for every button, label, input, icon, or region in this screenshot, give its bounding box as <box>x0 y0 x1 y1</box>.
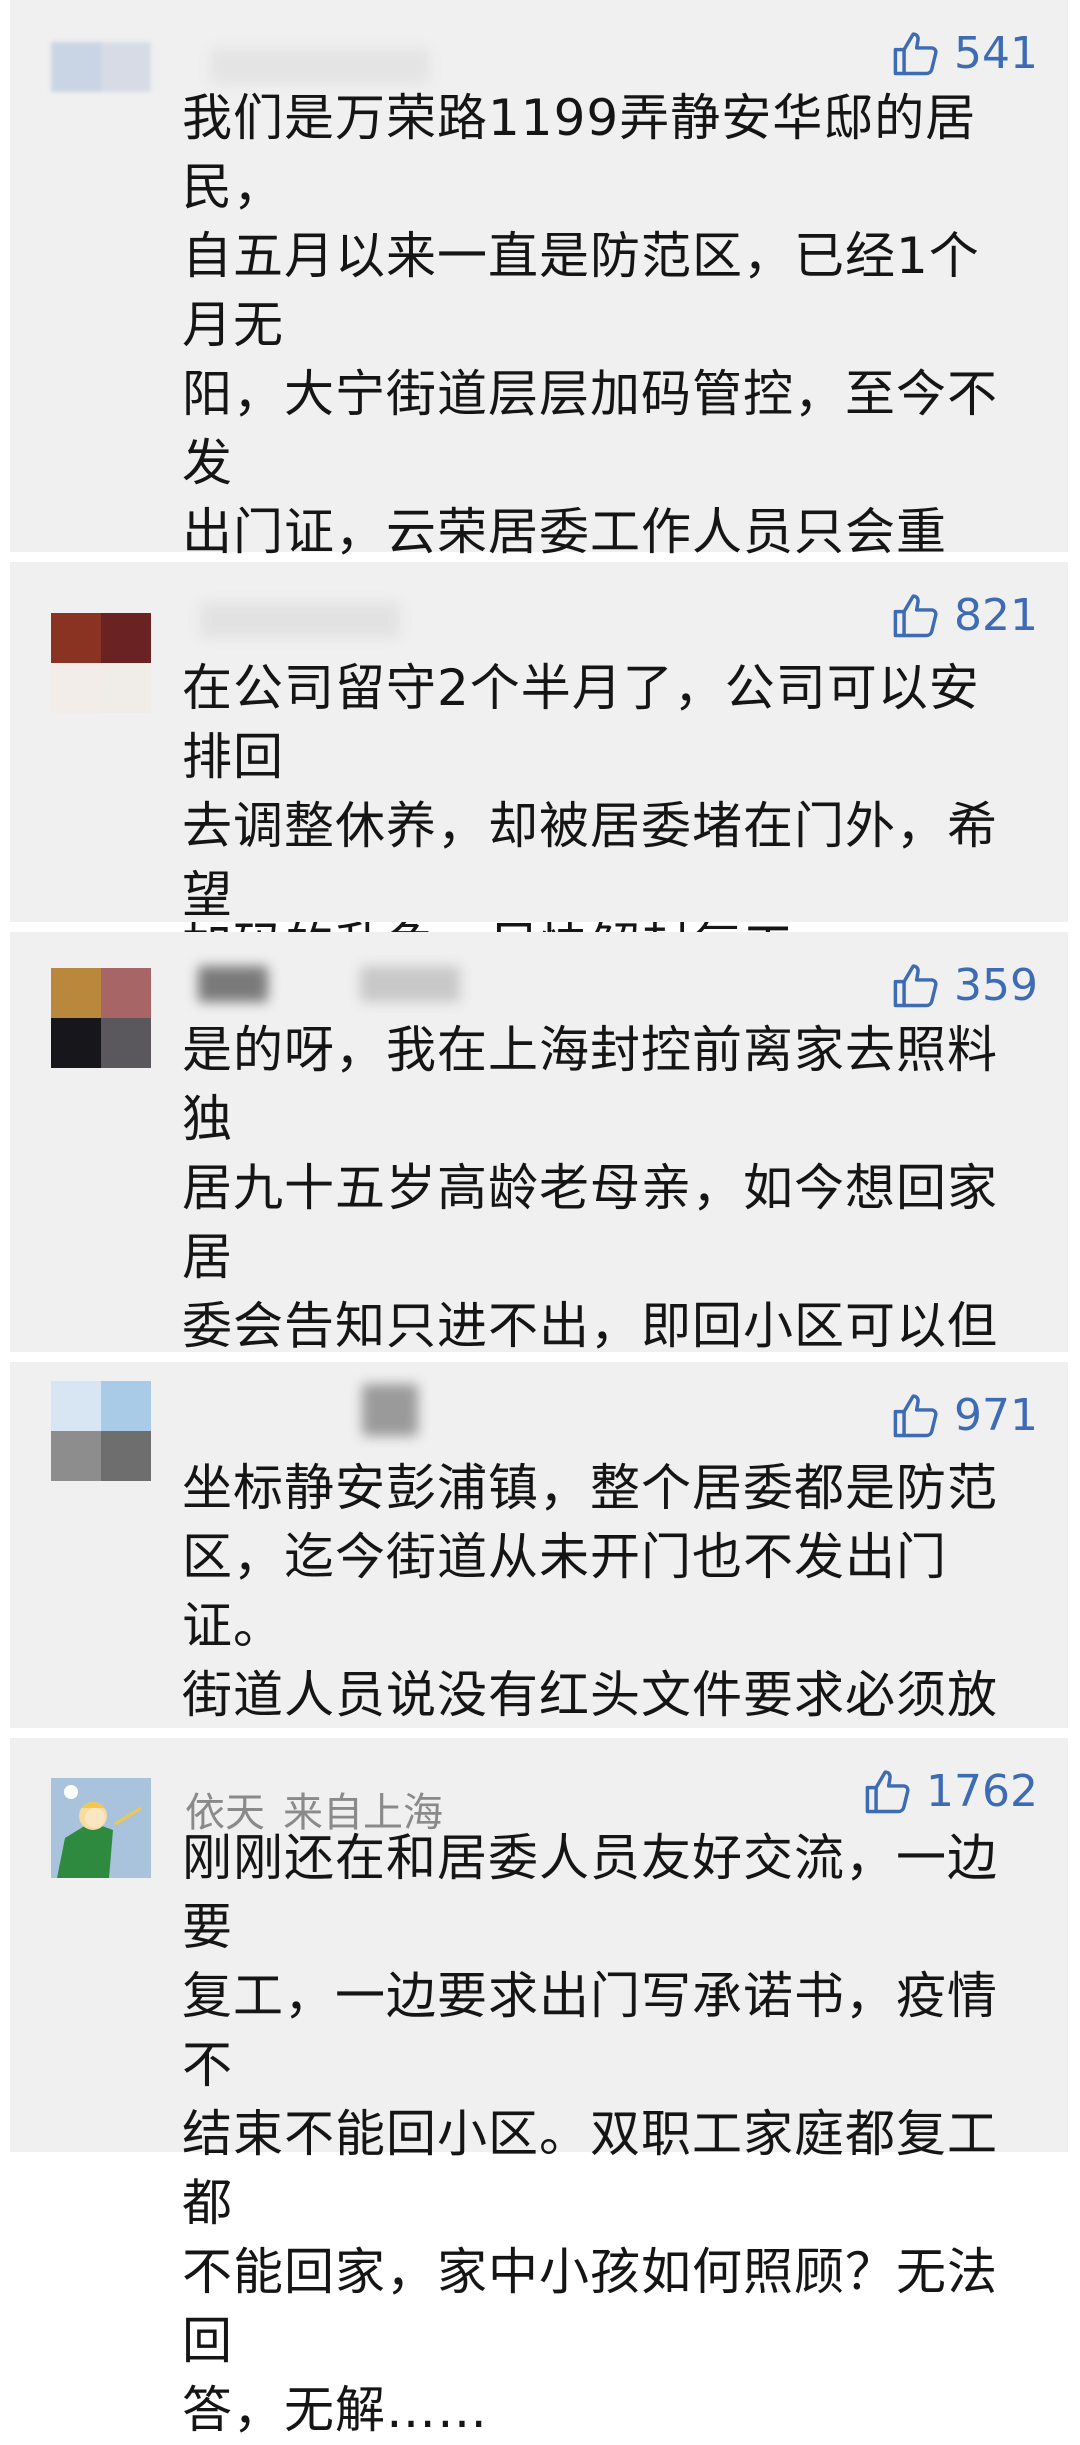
comment-text: 刚刚还在和居委人员友好交流，一边要 复工，一边要求出门写承诺书，疫情不 结束不能… <box>182 1829 998 2439</box>
comment-card: 971 坐标静安彭浦镇，整个居委都是防范 区，迄今街道从未开门也不发出门证。 街… <box>10 1362 1068 1862</box>
like-count: 1762 <box>926 1766 1038 1817</box>
thumbs-up-icon <box>893 1394 938 1438</box>
comment-card: 541 我们是万荣路1199弄静安华邸的居民， 自五月以来一直是防范区，已经1个… <box>10 0 1068 975</box>
comment-feed: 541 我们是万荣路1199弄静安华邸的居民， 自五月以来一直是防范区，已经1个… <box>0 0 1080 2439</box>
region-blurred <box>360 966 460 1002</box>
avatar[interactable] <box>51 42 151 142</box>
like-counter[interactable]: 1762 <box>862 1766 1038 1818</box>
username-blurred <box>198 966 268 1002</box>
comment-card: 依天 来自上海 1762 刚刚还在和居委人员友好交流，一边要 复工，一边要求出门写… <box>10 1738 1068 2439</box>
like-count: 359 <box>954 960 1038 1011</box>
username-blurred <box>200 602 400 638</box>
username-blurred <box>362 1384 418 1436</box>
like-counter[interactable]: 541 <box>890 28 1038 80</box>
thumbs-up-icon <box>893 32 938 76</box>
like-count: 541 <box>954 28 1038 79</box>
comment-card: 359 是的呀，我在上海封控前离家去照料独 居九十五岁高龄老母亲，如今想回家居 … <box>10 932 1068 1631</box>
like-count: 971 <box>954 1390 1038 1441</box>
thumbs-up-icon <box>893 964 938 1008</box>
like-counter[interactable]: 971 <box>890 1390 1038 1442</box>
avatar[interactable] <box>51 1381 151 1481</box>
like-count: 821 <box>954 590 1038 641</box>
avatar[interactable] <box>51 613 151 713</box>
avatar[interactable] <box>51 968 151 1068</box>
thumbs-up-icon <box>893 594 938 638</box>
avatar[interactable] <box>51 1778 151 1878</box>
like-counter[interactable]: 821 <box>890 590 1038 642</box>
cartoon-girl-avatar-icon <box>51 1778 151 1878</box>
username-blurred <box>210 48 430 84</box>
comment-card: 821 在公司留守2个半月了，公司可以安排回 去调整休养，却被居委堵在门外，希望… <box>10 562 1068 1131</box>
thumbs-up-icon <box>865 1770 910 1814</box>
like-counter[interactable]: 359 <box>890 960 1038 1012</box>
